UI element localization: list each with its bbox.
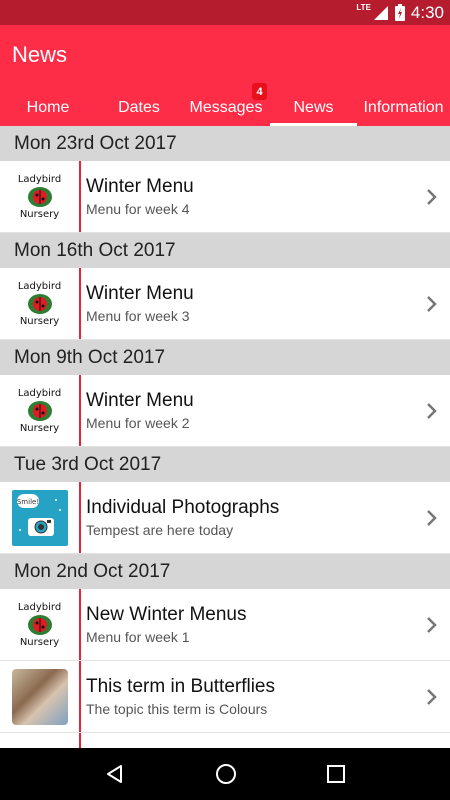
chevron-right-icon [414,509,450,527]
clock: 4:30 [410,2,444,22]
list-item[interactable]: Ladybird Nursery New Winter Menus Menu f… [0,589,450,661]
date-header: Mon 2nd Oct 2017 [0,554,450,589]
item-subtitle: Menu for week 4 [86,200,190,217]
ladybird-logo: Ladybird Nursery [17,173,62,220]
home-icon[interactable] [215,763,237,785]
list-item[interactable]: Ladybird Nursery Winter Menu Menu for we… [0,375,450,447]
signal-icon [373,5,388,20]
tab-information[interactable]: Information [357,89,450,126]
ladybird-icon [27,186,52,207]
news-list[interactable]: Mon 23rd Oct 2017 Ladybird Nursery Winte… [0,126,450,748]
date-header: Mon 9th Oct 2017 [0,340,450,375]
date-header: Mon 23rd Oct 2017 [0,126,450,161]
ladybird-icon [27,400,52,421]
chevron-right-icon [414,295,450,313]
tab-dates[interactable]: Dates [96,89,182,126]
ladybird-logo: Ladybird Nursery [17,601,62,648]
list-item-partial[interactable]: Ladybird [0,733,450,748]
item-title: Individual Photographs [86,496,280,518]
item-title: Winter Menu [86,282,194,304]
list-item[interactable]: Smile! Individual Photographs Tempest ar… [0,482,450,554]
ladybird-icon [27,614,52,635]
tab-bar: Home Dates Messages 4 News Information [0,83,450,126]
status-bar: LTE 4:30 [0,0,450,25]
ladybird-logo: Ladybird Nursery [17,387,62,434]
tab-home[interactable]: Home [0,89,96,126]
list-item[interactable]: Ladybird Nursery Winter Menu Menu for we… [0,268,450,340]
ladybird-icon [27,293,52,314]
messages-badge: 4 [252,83,267,100]
tab-news[interactable]: News [270,89,357,126]
chevron-right-icon [414,688,450,706]
smile-camera-image: Smile! [11,489,68,546]
battery-icon [394,4,405,21]
item-subtitle: The topic this term is Colours [86,700,268,717]
smile-text: Smile! [16,498,38,506]
item-subtitle: Menu for week 1 [86,628,190,645]
tab-messages[interactable]: Messages 4 [182,83,270,126]
recents-icon[interactable] [326,764,346,784]
list-item[interactable]: This term in Butterflies The topic this … [0,661,450,733]
accent-bar [79,733,81,748]
back-icon[interactable] [104,763,126,785]
date-header: Tue 3rd Oct 2017 [0,447,450,482]
item-subtitle: Tempest are here today [86,521,234,538]
chevron-right-icon [414,188,450,206]
chevron-right-icon [414,402,450,420]
item-title: New Winter Menus [86,603,247,625]
app-bar: News Home Dates Messages 4 News Informat… [0,25,450,126]
item-title: This term in Butterflies [86,675,275,697]
chevron-right-icon [414,616,450,634]
children-photo [11,668,68,725]
item-title: Winter Menu [86,389,194,411]
item-subtitle: Menu for week 2 [86,414,190,431]
network-type: LTE [356,3,371,12]
ladybird-logo: Ladybird Nursery [17,280,62,327]
date-header: Mon 16th Oct 2017 [0,233,450,268]
page-title: News [12,42,68,67]
status-icons: LTE 4:30 [356,0,444,25]
item-title: Winter Menu [86,175,194,197]
list-item[interactable]: Ladybird Nursery Winter Menu Menu for we… [0,161,450,233]
ladybird-logo: Ladybird [11,740,69,749]
item-subtitle: Menu for week 3 [86,307,190,324]
system-nav-bar [0,748,450,800]
